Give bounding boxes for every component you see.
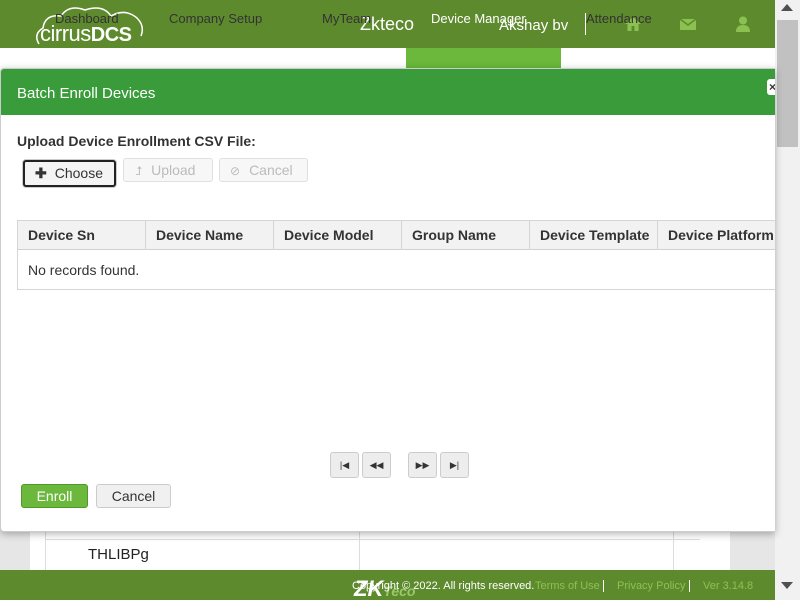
nav-attendance[interactable]: Attendance bbox=[586, 11, 652, 26]
col-device-name[interactable]: Device Name bbox=[146, 221, 274, 250]
col-group-name[interactable]: Group Name bbox=[402, 221, 530, 250]
table-header: Device Sn Device Name Device Model Group… bbox=[18, 221, 775, 250]
dialog-close-icon[interactable]: × bbox=[767, 79, 775, 95]
nav-company-setup[interactable]: Company Setup bbox=[169, 11, 262, 26]
background-col-divider bbox=[359, 532, 360, 572]
cancel-upload-label: Cancel bbox=[249, 162, 293, 178]
user-icon[interactable] bbox=[734, 15, 752, 33]
footer-divider bbox=[603, 580, 604, 592]
background-table-cell: THLIBPg bbox=[88, 546, 149, 563]
cancel-button[interactable]: Cancel bbox=[96, 484, 171, 508]
background-col-divider bbox=[673, 532, 674, 572]
scrollbar-thumb[interactable] bbox=[777, 20, 798, 147]
upload-button[interactable]: ⮥ Upload bbox=[123, 158, 213, 182]
envelope-icon[interactable] bbox=[679, 15, 697, 33]
terms-of-use-link[interactable]: Terms of Use bbox=[535, 580, 600, 592]
last-page-icon[interactable]: ▶| bbox=[440, 452, 469, 478]
privacy-policy-link[interactable]: Privacy Policy bbox=[617, 580, 685, 592]
background-col-divider bbox=[45, 532, 46, 572]
col-device-model[interactable]: Device Model bbox=[274, 221, 402, 250]
choose-label: Choose bbox=[54, 165, 103, 181]
col-device-template[interactable]: Device Template bbox=[530, 221, 658, 250]
choose-file-button[interactable]: ✚ Choose bbox=[23, 160, 116, 187]
prev-page-icon[interactable]: ◀◀ bbox=[362, 452, 391, 478]
logo-bold-text: DCS bbox=[90, 24, 132, 46]
plus-icon: ✚ bbox=[35, 165, 47, 181]
ban-icon: ⊘ bbox=[230, 164, 241, 178]
dialog-header: Batch Enroll Devices × bbox=[1, 69, 775, 115]
scroll-up-arrow-icon[interactable] bbox=[781, 4, 793, 11]
upload-label-text: Upload bbox=[151, 162, 196, 178]
version-text: Ver 3.14.8 bbox=[703, 580, 754, 592]
nav-myteam[interactable]: MyTeam bbox=[322, 11, 371, 26]
empty-table-message: No records found. bbox=[28, 262, 140, 278]
cancel-upload-button[interactable]: ⊘ Cancel bbox=[219, 158, 308, 182]
footer-divider bbox=[689, 580, 690, 592]
nav-active-highlight bbox=[406, 48, 561, 70]
devices-table: Device Sn Device Name Device Model Group… bbox=[17, 220, 775, 290]
upload-label: Upload Device Enrollment CSV File: bbox=[17, 133, 256, 149]
nav-device-manager[interactable]: Device Manager bbox=[431, 11, 526, 26]
upload-arrow-icon: ⮥ bbox=[135, 164, 143, 178]
copyright-text: Copyright © 2022. All rights reserved. bbox=[352, 580, 535, 592]
enroll-button[interactable]: Enroll bbox=[21, 484, 88, 508]
col-device-sn[interactable]: Device Sn bbox=[18, 221, 146, 250]
scroll-down-arrow-icon[interactable] bbox=[781, 582, 793, 589]
batch-enroll-dialog: Batch Enroll Devices × Upload Device Enr… bbox=[0, 68, 775, 532]
nav-dashboard[interactable]: Dashboard bbox=[55, 11, 119, 26]
dialog-title: Batch Enroll Devices bbox=[17, 85, 156, 102]
first-page-icon[interactable]: |◀ bbox=[330, 452, 359, 478]
col-device-platform[interactable]: Device Platform bbox=[658, 221, 775, 250]
next-page-icon[interactable]: ▶▶ bbox=[408, 452, 437, 478]
main-nav bbox=[0, 48, 775, 70]
background-row-divider bbox=[45, 539, 700, 540]
